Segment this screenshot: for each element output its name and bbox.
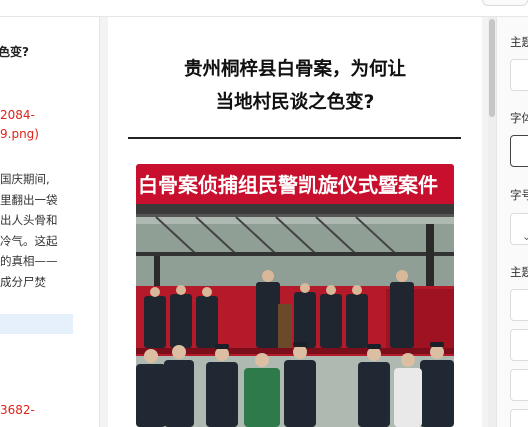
size-label: 字号 (510, 188, 528, 202)
chevron-down-icon: ⌄ (522, 230, 528, 243)
article-title: 贵州桐梓县白骨案，为何让 当地村民谈之色变? (108, 53, 482, 119)
title-line: 当地村民谈之色变? (215, 92, 375, 113)
paragraph-line: 的真相—— (0, 254, 58, 268)
toolbar-chip[interactable] (482, 0, 528, 6)
banner-text: 白骨案侦捕组民警凯旋仪式暨案件 (138, 173, 438, 197)
title-divider (128, 137, 461, 139)
font-select[interactable] (510, 135, 528, 167)
theme-select[interactable] (510, 59, 528, 91)
panel-gutter (100, 17, 108, 427)
scrollbar-thumb[interactable] (489, 19, 495, 117)
top-toolbar (0, 0, 528, 17)
theme-label: 主题 (510, 35, 528, 49)
image-link[interactable]: 9.png) (0, 125, 39, 144)
question-text: 色变? (0, 45, 29, 59)
paragraph-line: 出人头骨和 (0, 213, 58, 227)
paragraph-line: 冷气。这起 (0, 233, 58, 248)
image-link[interactable]: - (0, 421, 4, 427)
image-link[interactable]: 3682- (0, 401, 35, 420)
theme-option[interactable] (510, 409, 528, 427)
paragraph-line: 里翻出一袋 (0, 192, 58, 207)
theme-option[interactable] (510, 289, 528, 321)
paragraph-line: 成分尸焚 (0, 274, 46, 289)
theme-label-2: 主题 (510, 265, 528, 279)
theme-option[interactable] (510, 329, 528, 361)
photo-press-event-icon: 白骨案侦捕组民警凯旋仪式暨案件 (136, 164, 454, 427)
paragraph-text: 国庆期间, 里翻出一袋 出人头骨和 冷气。这起 的真相—— 成分尸焚 (0, 169, 58, 292)
image-link[interactable]: 2084- (0, 106, 35, 125)
font-label: 字体 (510, 111, 528, 125)
selected-block-highlight[interactable] (0, 314, 73, 334)
paragraph-line: 国庆期间, (0, 172, 50, 186)
left-panel: 色变? 2084- 9.png) 国庆期间, 里翻出一袋 出人头骨和 冷气。这起… (0, 17, 100, 427)
settings-panel: 主题 字体 字号 ⌄ 主题 (496, 17, 528, 427)
title-line: 贵州桐梓县白骨案，为何让 (183, 59, 406, 80)
article-photo[interactable]: 白骨案侦捕组民警凯旋仪式暨案件 (136, 164, 454, 427)
theme-option[interactable] (510, 369, 528, 401)
article-preview: 贵州桐梓县白骨案，为何让 当地村民谈之色变? 白骨案侦捕组民警凯旋仪式暨案件 (108, 17, 482, 427)
vertical-scrollbar[interactable] (488, 17, 496, 427)
